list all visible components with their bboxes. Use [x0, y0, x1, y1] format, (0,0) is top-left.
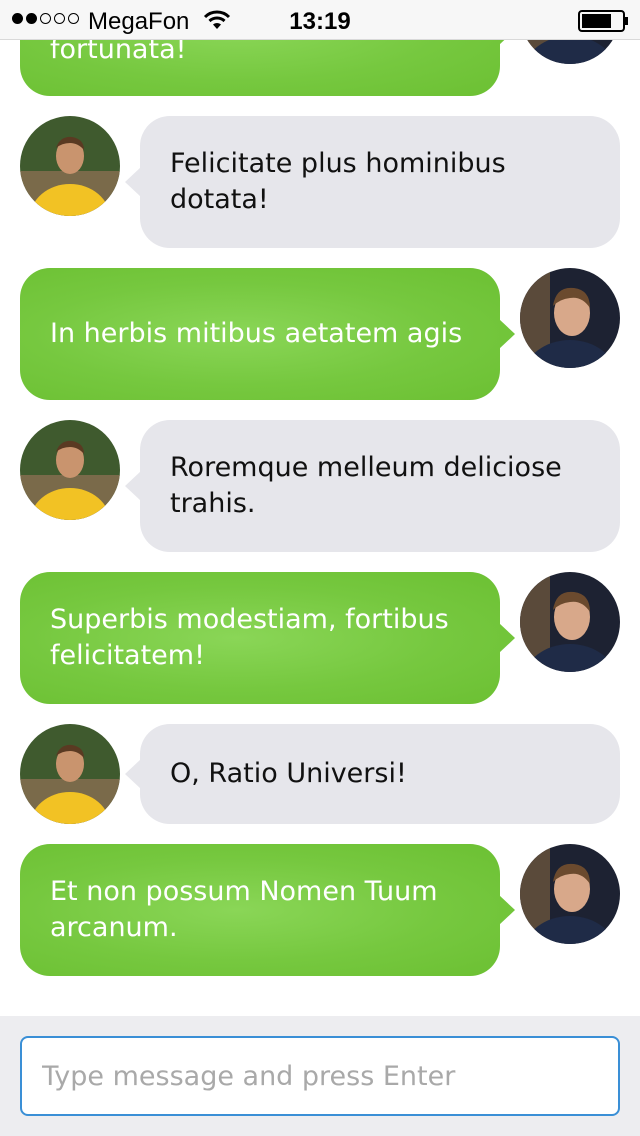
outgoing-message-bubble: Et non possum Nomen Tuum arcanum. — [20, 844, 515, 976]
avatar-me — [520, 572, 620, 672]
message-composer — [0, 1016, 640, 1136]
avatar-me — [520, 844, 620, 944]
message-text: Roremque melleum deliciose trahis. — [170, 452, 562, 519]
avatar-contact — [20, 724, 120, 824]
avatar-contact — [20, 420, 120, 520]
outgoing-message-bubble: Superbis modestiam, fortibus felicitatem… — [20, 572, 515, 704]
outgoing-message-bubble: In herbis mitibus aetatem agis — [20, 268, 515, 400]
incoming-message-bubble: Felicitate plus hominibus dotata! — [125, 116, 620, 248]
message-input[interactable] — [20, 1036, 620, 1116]
status-bar: MegaFon 13:19 — [0, 0, 640, 40]
message-text: Superbis modestiam, fortibus felicitatem… — [50, 604, 449, 671]
incoming-message-bubble: O, Ratio Universi! — [125, 724, 620, 824]
message-text: In herbis mitibus aetatem agis — [50, 318, 463, 349]
clock: 13:19 — [289, 8, 351, 35]
avatar-me — [520, 268, 620, 368]
message-text: Et non possum Nomen Tuum arcanum. — [50, 876, 438, 943]
message-text: Felicitate plus hominibus dotata! — [170, 148, 506, 215]
battery-icon — [578, 10, 630, 37]
avatar-contact — [20, 116, 120, 216]
incoming-message-bubble: Roremque melleum deliciose trahis. — [125, 420, 620, 552]
message-list[interactable]: fortunata! Felicitate plus hominibus dot… — [0, 0, 640, 1016]
message-text: O, Ratio Universi! — [170, 758, 407, 789]
